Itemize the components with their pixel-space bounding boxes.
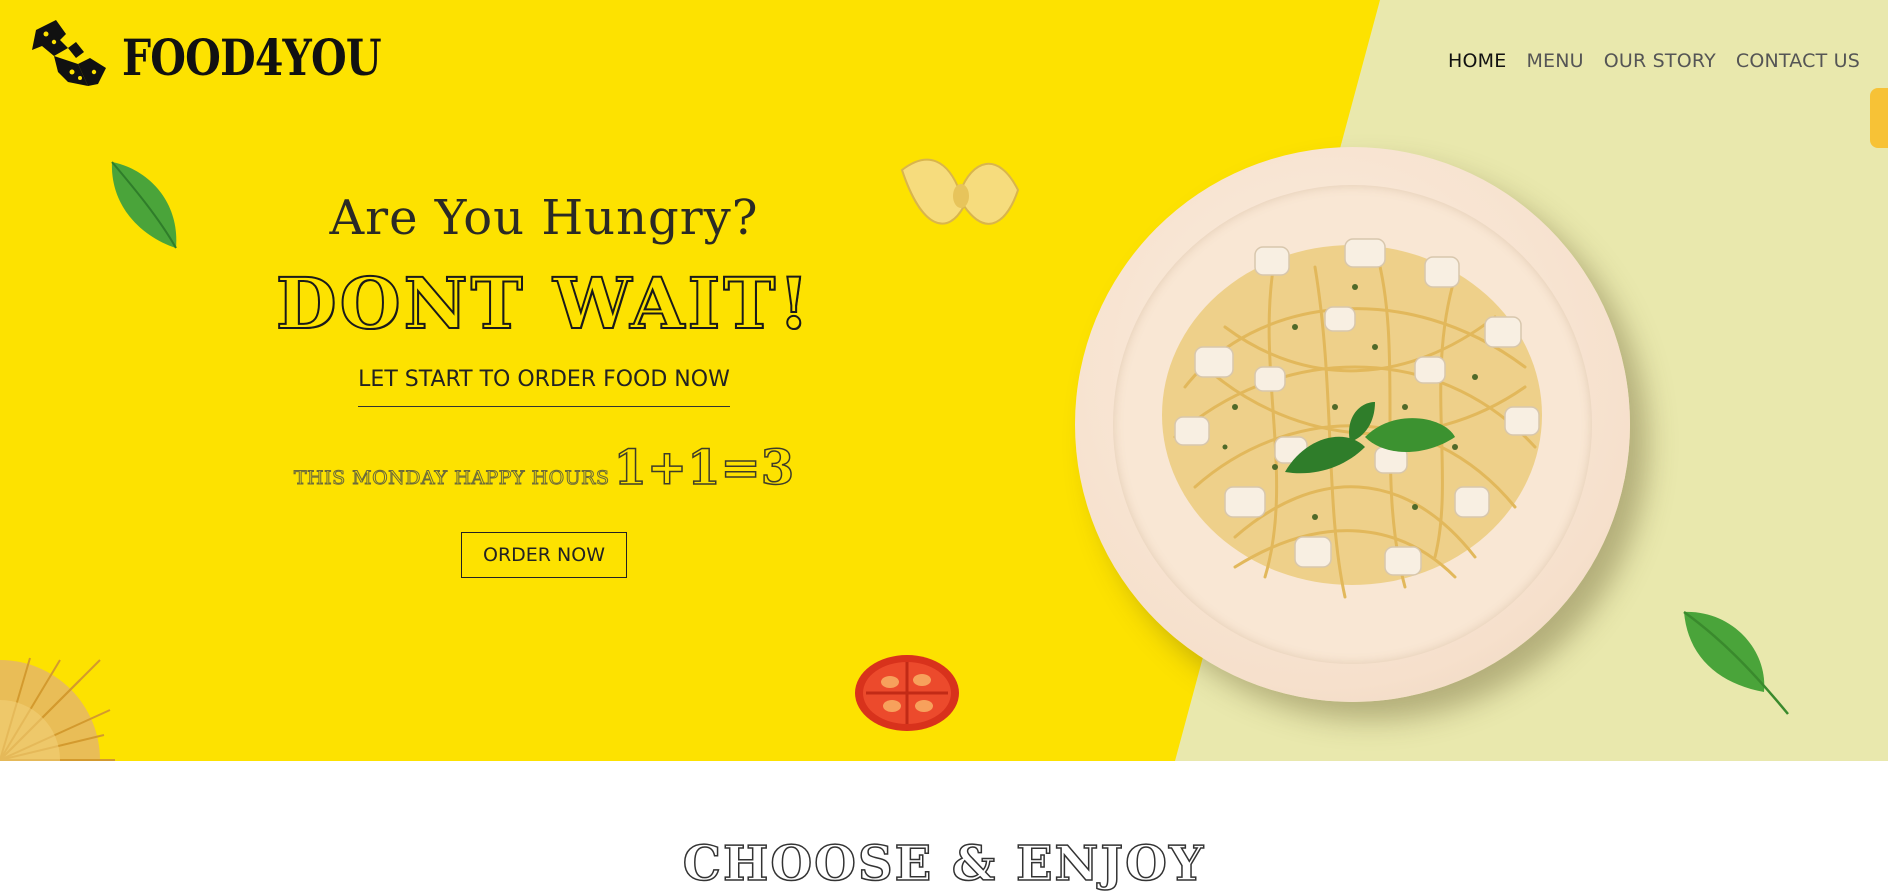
brand-name: FOOD4YOU [122,28,382,87]
hero-section: FOOD4YOU HOME MENU OUR STORY CONTACT US … [0,0,1888,761]
promo-formula: 1+1=3 [613,439,795,497]
promo-line: THIS MONDAY HAPPY HOURS1+1=3 [0,439,1088,497]
spaghetti-image [1162,238,1542,599]
page: FOOD4YOU HOME MENU OUR STORY CONTACT US … [0,0,1888,891]
section-title: CHOOSE & ENJOY [682,835,1206,891]
nav-contact-us[interactable]: CONTACT US [1736,50,1860,72]
nav-our-story[interactable]: OUR STORY [1604,50,1716,72]
spaghetti-bundle-icon [0,657,115,761]
promo-text: THIS MONDAY HAPPY HOURS [293,467,610,490]
hero-subheadline: LET START TO ORDER FOOD NOW [0,367,1088,407]
nav-home[interactable]: HOME [1448,50,1506,72]
basil-leaf-icon [1683,610,1789,715]
bowtie-pasta-logo-icon [32,20,106,86]
tomato-slice-icon [855,655,959,731]
order-now-button[interactable]: ORDER NOW [461,532,627,578]
hero-subheadline-text: LET START TO ORDER FOOD NOW [358,367,730,407]
brand-logo[interactable]: FOOD4YOU [28,12,438,96]
pasta-plate-image [1075,147,1630,702]
hero-headline: DONT WAIT! [275,261,813,346]
hero-question: Are You Hungry? [329,190,759,246]
nav-menu[interactable]: MENU [1526,50,1583,72]
main-nav: HOME MENU OUR STORY CONTACT US [1448,50,1860,72]
side-tab[interactable] [1870,88,1888,148]
